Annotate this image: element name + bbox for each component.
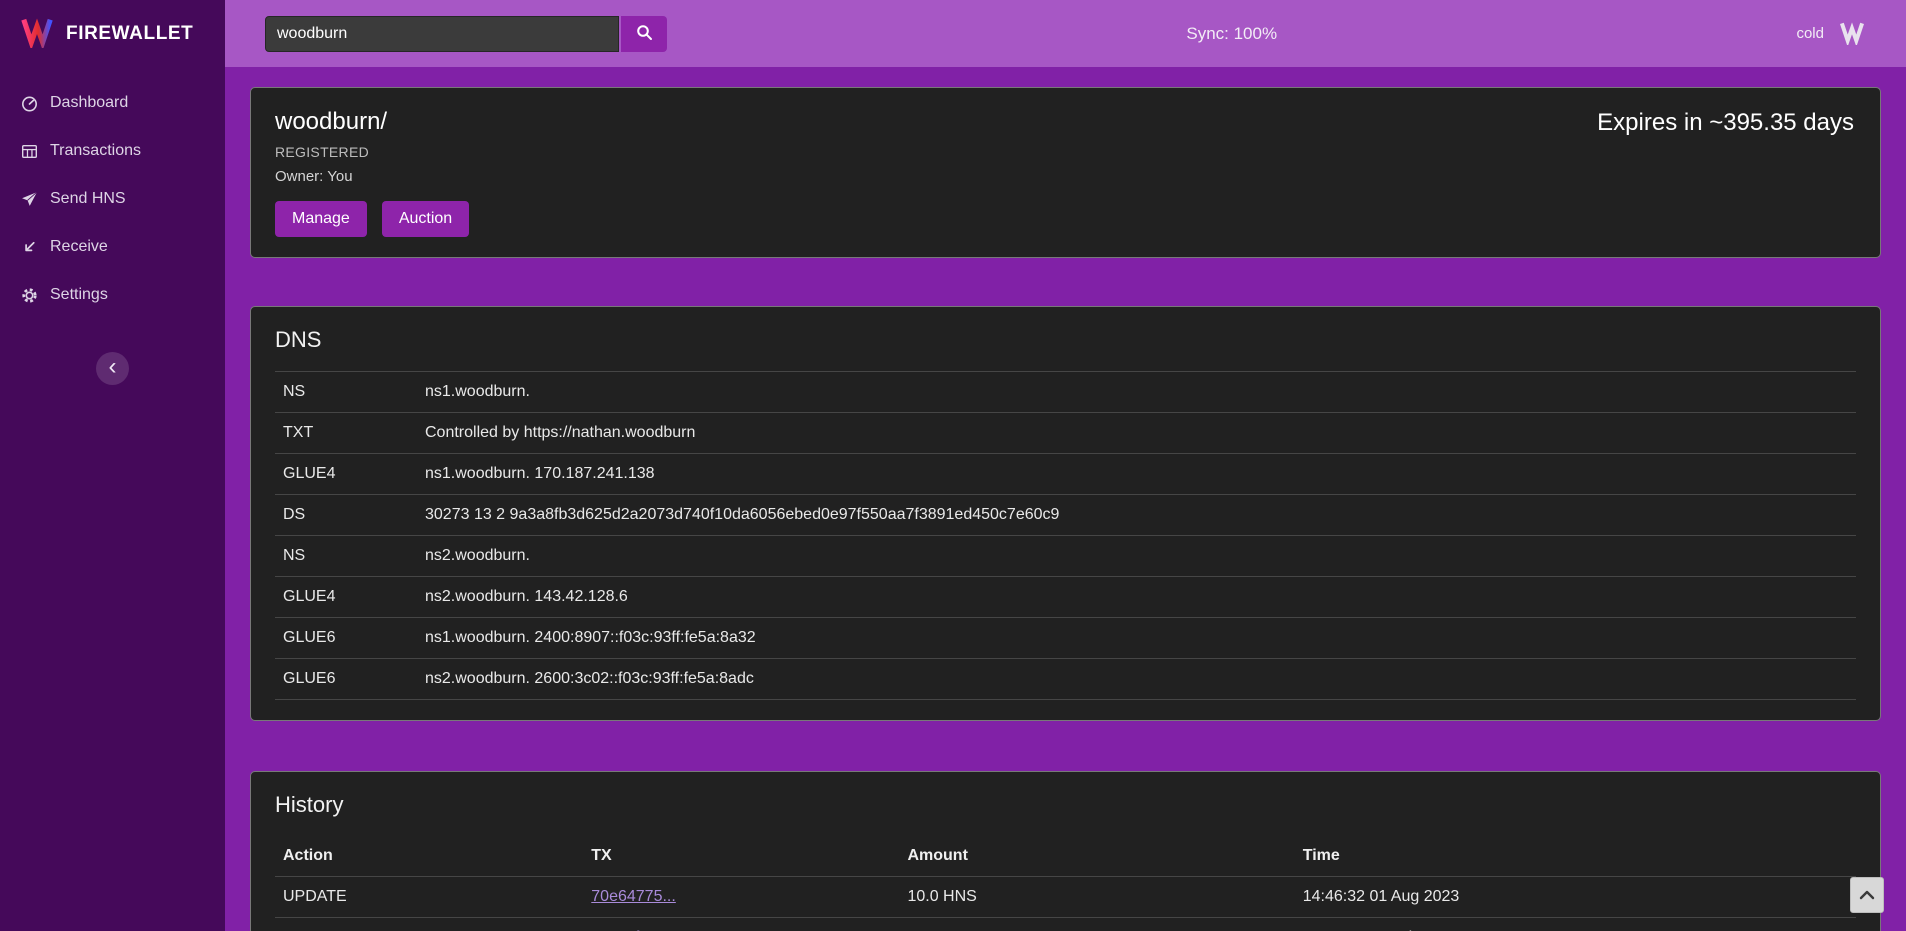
send-icon <box>20 191 38 208</box>
app-window: FIREWALLET Dashboard <box>0 0 1906 931</box>
table-row: TXT Controlled by https://nathan.woodbur… <box>275 413 1856 454</box>
dns-card: DNS NS ns1.woodburn. TXT Controlled by h… <box>250 306 1881 721</box>
history-table: Action TX Amount Time UPDATE 70e64775... <box>275 836 1856 931</box>
search-input[interactable] <box>265 16 619 52</box>
history-tx: c2a81f90... <box>583 918 899 931</box>
dns-record-type: NS <box>275 536 417 577</box>
history-action: RENEW <box>275 918 583 931</box>
dns-record-value: Controlled by https://nathan.woodburn <box>417 413 1856 454</box>
chevron-up-icon <box>1859 888 1875 903</box>
app-title: FIREWALLET <box>66 23 193 45</box>
sidebar-item-label: Receive <box>50 238 108 256</box>
sync-status: Sync: 100% <box>1186 24 1277 44</box>
expires-label: Expires in ~395.35 days <box>1597 109 1854 137</box>
domain-owner: Owner: You <box>275 168 1856 185</box>
history-time: 15:45:06 07 Jul 2023 <box>1295 918 1856 931</box>
sidebar-item-label: Settings <box>50 286 108 304</box>
app-logo: FIREWALLET <box>0 0 225 67</box>
sidebar: FIREWALLET Dashboard <box>0 0 225 931</box>
gear-icon <box>20 287 38 304</box>
sidebar-item-settings[interactable]: Settings <box>0 271 225 319</box>
history-tx: 70e64775... <box>583 877 899 918</box>
domain-actions: Manage Auction <box>275 201 1856 237</box>
auction-button[interactable]: Auction <box>382 201 469 237</box>
history-action: UPDATE <box>275 877 583 918</box>
sidebar-item-transactions[interactable]: Transactions <box>0 127 225 175</box>
page-content: woodburn/ REGISTERED Owner: You Manage A… <box>225 67 1906 931</box>
column-header-time: Time <box>1295 836 1856 877</box>
firewallet-logo-icon <box>20 14 54 53</box>
table-row: NS ns2.woodburn. <box>275 536 1856 577</box>
dns-record-type: NS <box>275 372 417 413</box>
table-header-row: Action TX Amount Time <box>275 836 1856 877</box>
sidebar-item-send-hns[interactable]: Send HNS <box>0 175 225 223</box>
sidebar-item-label: Send HNS <box>50 190 126 208</box>
dns-record-value: ns2.woodburn. 2600:3c02::f03c:93ff:fe5a:… <box>417 659 1856 700</box>
manage-button[interactable]: Manage <box>275 201 367 237</box>
dns-record-type: GLUE4 <box>275 577 417 618</box>
table-row: GLUE6 ns2.woodburn. 2600:3c02::f03c:93ff… <box>275 659 1856 700</box>
sidebar-collapse-button[interactable]: ‹ <box>96 352 129 385</box>
sidebar-item-label: Dashboard <box>50 94 128 112</box>
dns-record-value: ns1.woodburn. <box>417 372 1856 413</box>
dns-record-value: ns2.woodburn. 143.42.128.6 <box>417 577 1856 618</box>
table-row: RENEW c2a81f90... 10.0 HNS 15:45:06 07 J… <box>275 918 1856 931</box>
table-row: DS 30273 13 2 9a3a8fb3d625d2a2073d740f10… <box>275 495 1856 536</box>
domain-card: woodburn/ REGISTERED Owner: You Manage A… <box>250 87 1881 258</box>
dns-record-type: GLUE4 <box>275 454 417 495</box>
search-button[interactable] <box>621 16 667 52</box>
topbar: Sync: 100% cold <box>225 0 1906 67</box>
dns-record-type: TXT <box>275 413 417 454</box>
sidebar-nav: Dashboard Transactions <box>0 79 225 319</box>
search-group <box>265 16 667 52</box>
table-row: GLUE4 ns2.woodburn. 143.42.128.6 <box>275 577 1856 618</box>
table-row: GLUE6 ns1.woodburn. 2400:8907::f03c:93ff… <box>275 618 1856 659</box>
main-area: Sync: 100% cold woodburn/ REGISTERED Own… <box>225 0 1906 931</box>
dns-table: NS ns1.woodburn. TXT Controlled by https… <box>275 371 1856 700</box>
dns-record-value: ns2.woodburn. <box>417 536 1856 577</box>
table-row: UPDATE 70e64775... 10.0 HNS 14:46:32 01 … <box>275 877 1856 918</box>
chevron-left-icon: ‹ <box>109 353 117 381</box>
receive-icon <box>20 239 38 256</box>
table-icon <box>20 143 38 160</box>
history-card: History Action TX Amount Time <box>250 771 1881 931</box>
dns-record-type: GLUE6 <box>275 659 417 700</box>
history-time: 14:46:32 01 Aug 2023 <box>1295 877 1856 918</box>
column-header-action: Action <box>275 836 583 877</box>
table-row: GLUE4 ns1.woodburn. 170.187.241.138 <box>275 454 1856 495</box>
speedometer-icon <box>20 95 38 112</box>
scroll-to-top-button[interactable] <box>1850 877 1884 913</box>
history-amount: 10.0 HNS <box>899 877 1294 918</box>
dns-record-value: 30273 13 2 9a3a8fb3d625d2a2073d740f10da6… <box>417 495 1856 536</box>
table-row: NS ns1.woodburn. <box>275 372 1856 413</box>
firewallet-logo-icon <box>1836 19 1868 49</box>
domain-status: REGISTERED <box>275 144 1856 160</box>
wallet-name-label: cold <box>1796 25 1824 42</box>
column-header-amount: Amount <box>899 836 1294 877</box>
sidebar-item-label: Transactions <box>50 142 141 160</box>
column-header-tx: TX <box>583 836 899 877</box>
search-icon <box>636 24 653 44</box>
dns-record-value: ns1.woodburn. 170.187.241.138 <box>417 454 1856 495</box>
dns-record-type: GLUE6 <box>275 618 417 659</box>
history-card-title: History <box>275 792 1856 818</box>
sidebar-item-dashboard[interactable]: Dashboard <box>0 79 225 127</box>
history-amount: 10.0 HNS <box>899 918 1294 931</box>
sidebar-item-receive[interactable]: Receive <box>0 223 225 271</box>
dns-card-title: DNS <box>275 327 1856 353</box>
tx-link[interactable]: 70e64775... <box>591 888 676 905</box>
wallet-indicator[interactable]: cold <box>1796 19 1868 49</box>
dns-record-type: DS <box>275 495 417 536</box>
dns-record-value: ns1.woodburn. 2400:8907::f03c:93ff:fe5a:… <box>417 618 1856 659</box>
